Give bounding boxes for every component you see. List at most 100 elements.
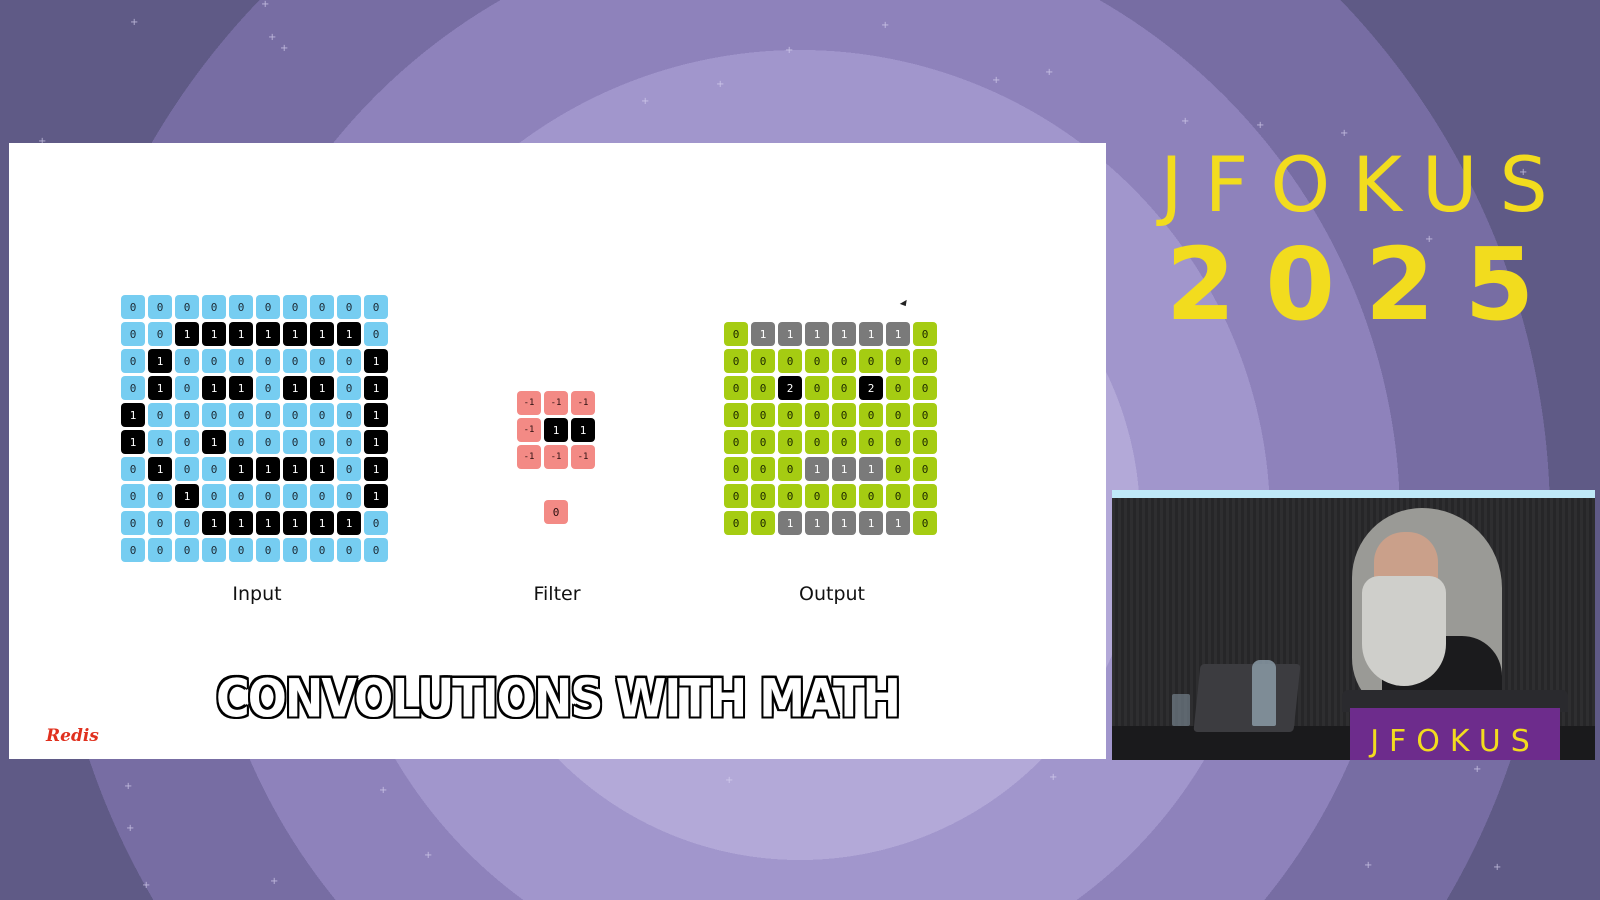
output-matrix-cell: 0 [751, 484, 775, 508]
input-matrix-cell: 1 [148, 457, 172, 481]
output-matrix-cell: 1 [805, 511, 829, 535]
input-matrix-cell: 0 [337, 484, 361, 508]
input-matrix-cell: 0 [337, 430, 361, 454]
output-matrix-cell: 0 [832, 349, 856, 373]
input-matrix-cell: 1 [337, 511, 361, 535]
output-matrix-cell: 0 [778, 430, 802, 454]
star-icon: + [124, 781, 133, 792]
output-matrix-cell: 0 [724, 403, 748, 427]
input-matrix-cell: 1 [121, 430, 145, 454]
input-matrix-cell: 0 [202, 538, 226, 562]
output-matrix-cell: 1 [832, 322, 856, 346]
output-matrix-cell: 0 [751, 376, 775, 400]
input-matrix-cell: 0 [229, 349, 253, 373]
input-matrix-cell: 1 [256, 511, 280, 535]
star-icon: + [280, 43, 289, 54]
output-matrix-cell: 1 [778, 322, 802, 346]
input-matrix-cell: 0 [148, 295, 172, 319]
input-matrix-cell: 0 [121, 322, 145, 346]
filter-matrix-cell: -1 [571, 391, 595, 415]
star-icon: + [725, 775, 734, 786]
output-matrix-cell: 0 [913, 457, 937, 481]
conference-branding: JFOKUS 2025 [1160, 140, 1570, 340]
output-matrix-cell: 0 [913, 376, 937, 400]
output-matrix-cell: 0 [778, 403, 802, 427]
input-matrix-cell: 1 [364, 403, 388, 427]
output-matrix-cell: 0 [913, 484, 937, 508]
input-matrix-cell: 0 [337, 403, 361, 427]
input-matrix-cell: 0 [202, 295, 226, 319]
input-matrix-cell: 1 [229, 322, 253, 346]
filter-matrix-cell: -1 [544, 445, 568, 469]
input-matrix-cell: 0 [229, 403, 253, 427]
output-matrix-cell: 0 [805, 484, 829, 508]
star-icon: + [1340, 128, 1349, 139]
input-matrix-cell: 0 [229, 538, 253, 562]
star-icon: + [881, 20, 890, 31]
input-matrix-cell: 0 [283, 349, 307, 373]
input-matrix-cell: 0 [256, 295, 280, 319]
star-icon: + [142, 880, 151, 891]
redis-logo: Redis [46, 726, 99, 746]
input-matrix-cell: 0 [175, 430, 199, 454]
input-matrix-cell: 0 [229, 295, 253, 319]
input-matrix-cell: 0 [148, 511, 172, 535]
output-matrix-cell: 0 [913, 322, 937, 346]
input-matrix-cell: 1 [283, 511, 307, 535]
input-matrix-cell: 1 [175, 322, 199, 346]
filter-matrix-cell: -1 [517, 391, 541, 415]
output-matrix-cell: 1 [886, 322, 910, 346]
conference-name: JFOKUS [1160, 140, 1570, 229]
output-matrix-cell: 0 [724, 484, 748, 508]
input-matrix-cell: 1 [310, 457, 334, 481]
output-matrix-cell: 0 [886, 484, 910, 508]
output-matrix: 0111111000000000002002000000000000000000… [724, 322, 937, 535]
filter-result-cell: 0 [544, 500, 568, 524]
input-matrix-cell: 1 [202, 322, 226, 346]
output-matrix-cell: 0 [778, 457, 802, 481]
output-matrix-cell: 0 [805, 349, 829, 373]
input-matrix-cell: 0 [364, 538, 388, 562]
input-matrix-cell: 0 [256, 538, 280, 562]
mouse-cursor-icon [899, 299, 910, 309]
input-matrix-cell: 0 [256, 484, 280, 508]
star-icon: + [1181, 116, 1190, 127]
output-matrix-cell: 0 [886, 457, 910, 481]
input-matrix-cell: 0 [229, 430, 253, 454]
output-matrix-cell: 1 [859, 511, 883, 535]
output-matrix-cell: 0 [724, 430, 748, 454]
filter-matrix-cell: -1 [544, 391, 568, 415]
output-matrix-cell: 0 [859, 484, 883, 508]
input-matrix-cell: 0 [121, 349, 145, 373]
output-matrix-cell: 0 [859, 430, 883, 454]
input-matrix-cell: 1 [364, 376, 388, 400]
input-matrix-cell: 1 [229, 457, 253, 481]
input-matrix-cell: 1 [229, 511, 253, 535]
input-matrix-cell: 1 [310, 322, 334, 346]
input-matrix-cell: 0 [364, 511, 388, 535]
input-matrix-cell: 0 [121, 538, 145, 562]
output-matrix-cell: 0 [805, 403, 829, 427]
input-matrix-cell: 0 [175, 403, 199, 427]
output-matrix-cell: 1 [859, 457, 883, 481]
output-matrix-cell: 0 [751, 457, 775, 481]
star-icon: + [716, 79, 725, 90]
input-matrix-cell: 0 [283, 484, 307, 508]
input-matrix-cell: 0 [364, 295, 388, 319]
star-icon: + [1045, 67, 1054, 78]
input-matrix-cell: 1 [364, 430, 388, 454]
star-icon: + [379, 785, 388, 796]
input-matrix-cell: 1 [148, 376, 172, 400]
star-icon: + [268, 32, 277, 43]
input-matrix-cell: 0 [121, 457, 145, 481]
input-matrix-cell: 0 [310, 430, 334, 454]
output-matrix-cell: 2 [859, 376, 883, 400]
input-matrix-cell: 0 [121, 484, 145, 508]
input-matrix-cell: 1 [175, 484, 199, 508]
input-matrix-cell: 0 [202, 484, 226, 508]
input-matrix-cell: 0 [337, 538, 361, 562]
star-icon: + [992, 75, 1001, 86]
input-matrix-cell: 0 [175, 295, 199, 319]
conference-year: 2025 [1165, 226, 1565, 343]
output-matrix-cell: 0 [913, 349, 937, 373]
